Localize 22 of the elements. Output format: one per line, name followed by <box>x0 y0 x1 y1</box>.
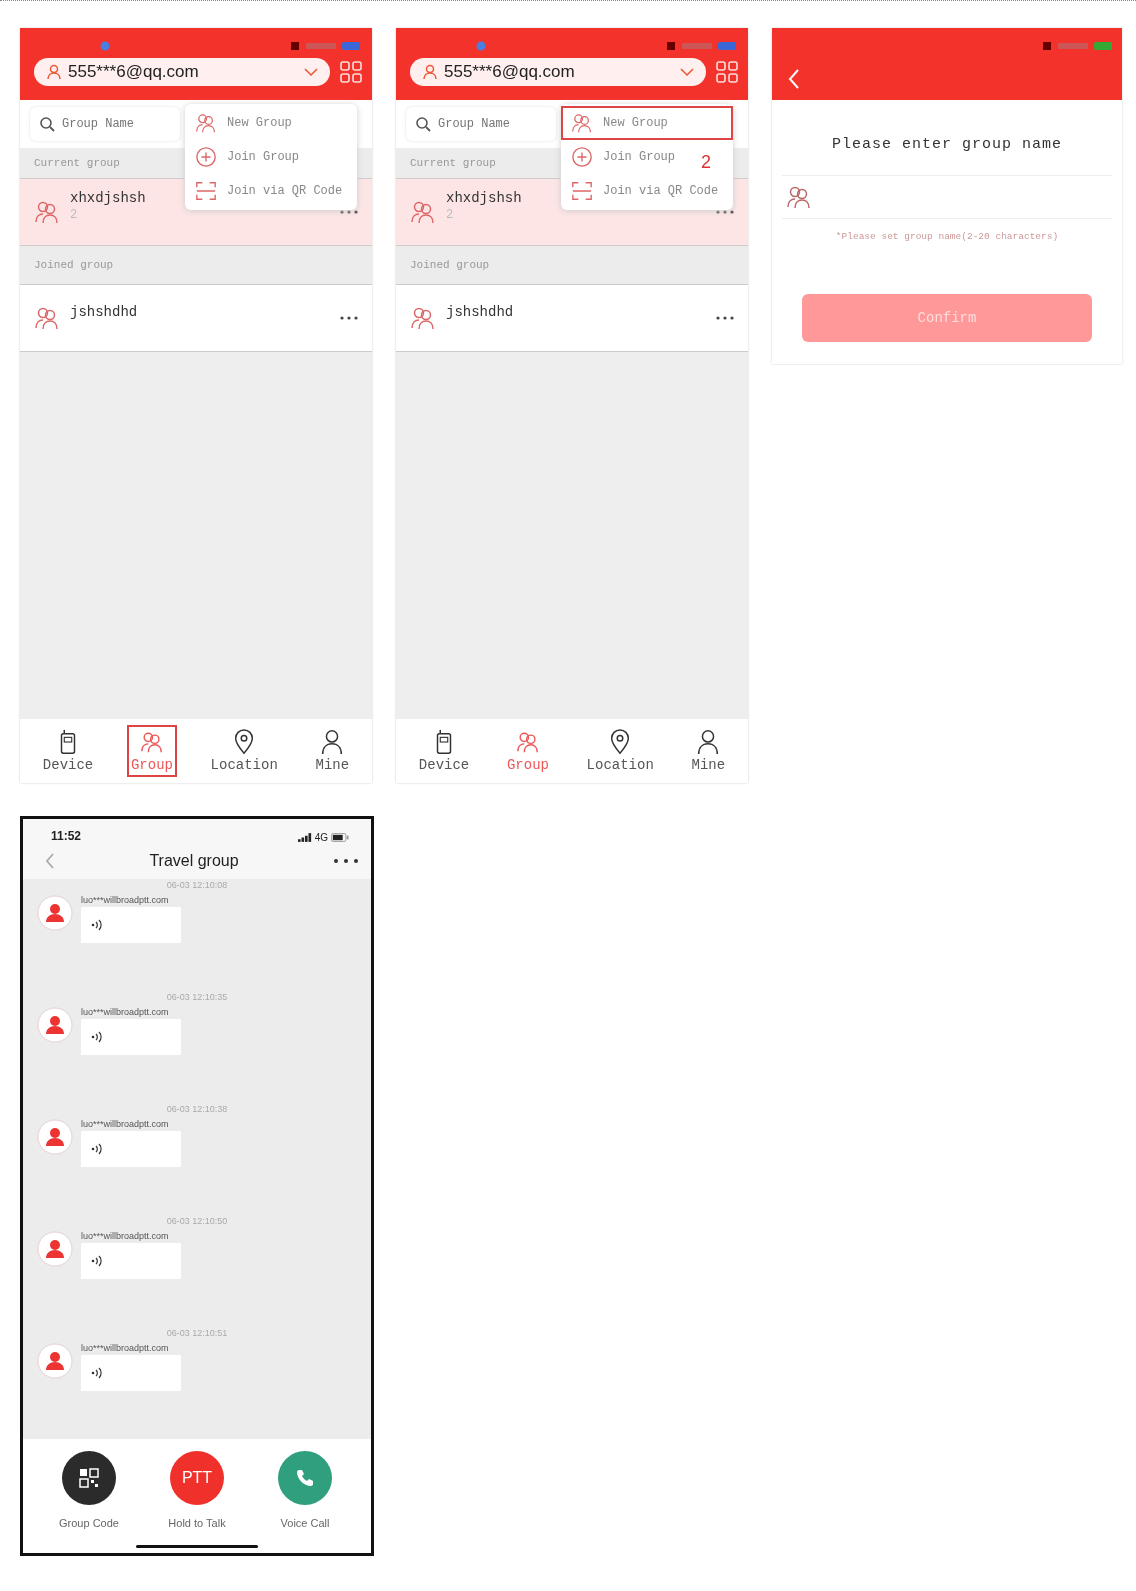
sender-name: luo***willbroadptt.com <box>81 1006 170 1017</box>
action-label: Voice Call <box>280 1516 330 1529</box>
group-name: jshshdhd <box>70 304 138 320</box>
sender-name: luo***willbroadptt.com <box>81 1342 170 1353</box>
account-email: 555***6@qq.com <box>444 62 576 82</box>
action-label: Group Code <box>59 1516 119 1529</box>
account-email: 555***6@qq.com <box>68 62 200 82</box>
network-label: 4G <box>314 831 328 843</box>
sender-name: luo***willbroadptt.com <box>81 894 170 905</box>
member-count: 2 <box>70 208 78 222</box>
form-title: Please enter group name <box>831 136 1062 153</box>
chat-title: Travel group <box>149 851 239 870</box>
hint-text: *Please set group name(2-20 characters) <box>835 231 1059 242</box>
action-label: Hold to Talk <box>168 1516 226 1529</box>
sender-name: luo***willbroadptt.com <box>81 1118 170 1129</box>
sender-name: luo***willbroadptt.com <box>81 1230 170 1241</box>
group-name: xhxdjshsh <box>70 190 146 206</box>
step-number: 2 <box>701 152 711 173</box>
group-name: jshshdhd <box>446 304 514 320</box>
status-time: 11:52 <box>51 828 82 843</box>
member-count: 2 <box>446 208 454 222</box>
group-name: xhxdjshsh <box>446 190 522 206</box>
